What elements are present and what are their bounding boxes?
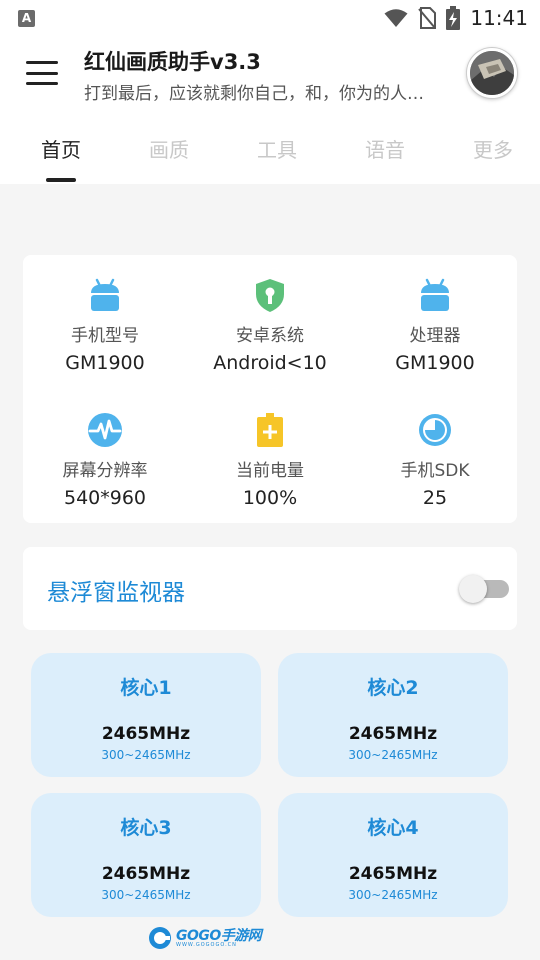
info-value: 100% — [242, 487, 298, 509]
shield-icon — [256, 279, 284, 312]
tab-home[interactable]: 首页 — [41, 134, 81, 163]
pie-icon — [419, 414, 451, 446]
info-value: GM1900 — [395, 352, 475, 374]
tab-voice[interactable]: 语音 — [365, 134, 405, 163]
core-title: 核心1 — [120, 677, 172, 699]
gogo-logo-icon — [149, 927, 171, 949]
info-value: GM1900 — [65, 352, 145, 374]
floating-monitor-label: 悬浮窗监视器 — [47, 580, 185, 606]
info-processor: 处理器 GM1900 — [353, 277, 517, 374]
notification-app-icon: A — [18, 10, 35, 27]
menu-icon-line — [26, 71, 58, 75]
core-title: 核心4 — [367, 817, 419, 839]
android-icon — [421, 278, 449, 311]
menu-icon-line — [26, 61, 58, 64]
info-label: 手机型号 — [71, 326, 139, 346]
core-frequency: 2465MHz — [348, 724, 438, 744]
info-label: 手机SDK — [400, 461, 470, 481]
app-subtitle: 打到最后，应该就剩你自己，和，你为的人… — [84, 84, 424, 104]
core-range: 300~2465MHz — [348, 888, 438, 902]
core-frequency: 2465MHz — [101, 864, 191, 884]
info-label: 安卓系统 — [236, 326, 304, 346]
wifi-icon — [384, 9, 408, 27]
app-title: 红仙画质助手v3.3 — [84, 50, 261, 74]
info-battery: 当前电量 100% — [188, 412, 352, 509]
watermark-subtext: WWW.GOGOGO.CN — [176, 941, 237, 948]
info-label: 当前电量 — [236, 461, 304, 481]
info-label: 屏幕分辨率 — [62, 461, 148, 481]
battery-icon — [257, 413, 283, 447]
toggle-thumb — [459, 575, 487, 603]
core-card: 核心1 2465MHz 300~2465MHz — [31, 653, 261, 777]
watermark-logo: GOGO手游网 WWW.GOGOGO.CN — [148, 925, 262, 951]
core-frequency: 2465MHz — [348, 864, 438, 884]
status-bar: A 11:41 — [0, 0, 540, 36]
info-value: 25 — [422, 487, 448, 509]
watermark-text-group: GOGO手游网 WWW.GOGOGO.CN — [176, 927, 262, 948]
info-label: 处理器 — [409, 326, 461, 346]
core-range: 300~2465MHz — [101, 888, 191, 902]
info-phone-model: 手机型号 GM1900 — [23, 277, 187, 374]
menu-icon-line — [26, 82, 58, 85]
avatar[interactable] — [467, 48, 517, 98]
floating-monitor-card: 悬浮窗监视器 — [23, 547, 517, 630]
core-title: 核心2 — [367, 677, 419, 699]
android-icon — [91, 278, 119, 311]
battery-charging-icon — [446, 6, 461, 30]
device-info-card: 手机型号 GM1900 安卓系统 Android<10 处理器 GM1900 屏… — [23, 255, 517, 523]
core-frequency: 2465MHz — [101, 724, 191, 744]
info-resolution: 屏幕分辨率 540*960 — [23, 412, 187, 509]
tab-bar: 首页 画质 工具 语音 更多 — [0, 116, 540, 184]
core-range: 300~2465MHz — [101, 748, 191, 762]
core-card: 核心3 2465MHz 300~2465MHz — [31, 793, 261, 917]
info-android-version: 安卓系统 Android<10 — [188, 277, 352, 374]
info-sdk: 手机SDK 25 — [353, 412, 517, 509]
core-card: 核心2 2465MHz 300~2465MHz — [278, 653, 508, 777]
tab-tools[interactable]: 工具 — [257, 134, 297, 163]
watermark-text: GOGO手游网 — [176, 927, 262, 944]
info-value: Android<10 — [213, 352, 327, 374]
app-bar: 红仙画质助手v3.3 打到最后，应该就剩你自己，和，你为的人… — [0, 36, 540, 116]
tab-quality[interactable]: 画质 — [149, 134, 189, 163]
menu-button[interactable] — [26, 58, 58, 88]
pulse-icon — [88, 413, 122, 447]
core-title: 核心3 — [120, 817, 172, 839]
core-card: 核心4 2465MHz 300~2465MHz — [278, 793, 508, 917]
floating-monitor-toggle[interactable] — [459, 575, 511, 603]
avatar-image — [470, 51, 514, 95]
core-range: 300~2465MHz — [348, 748, 438, 762]
tab-more[interactable]: 更多 — [473, 134, 513, 163]
status-icons: 11:41 — [384, 6, 528, 30]
tab-indicator — [46, 178, 76, 182]
info-value: 540*960 — [63, 487, 147, 509]
clock: 11:41 — [470, 6, 528, 30]
no-sim-icon — [418, 7, 437, 29]
